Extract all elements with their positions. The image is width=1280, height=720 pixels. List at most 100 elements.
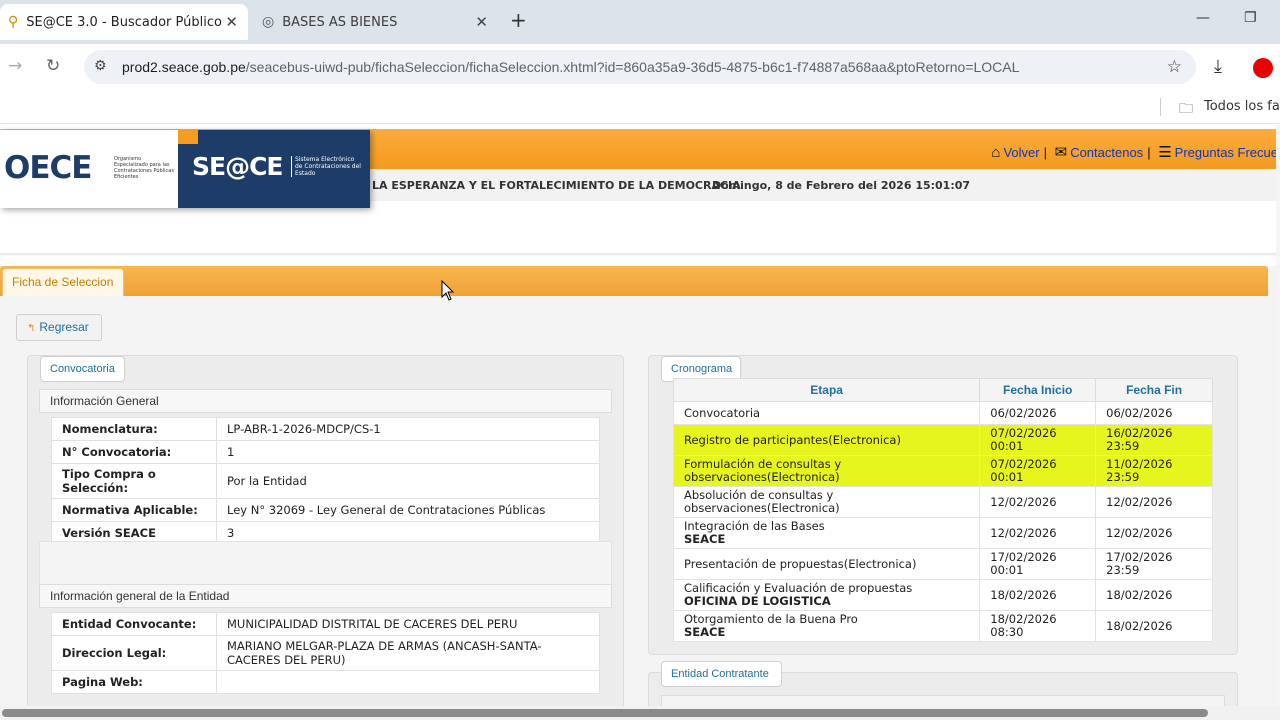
tab-ficha-seleccion[interactable]: Ficha de Seleccion — [2, 268, 124, 296]
cronograma-row: Otorgamiento de la Buena Pro SEACE 18/02/2… — [672, 610, 1213, 642]
bookmark-star-icon[interactable]: ☆ — [1167, 57, 1182, 77]
etapa-cell: Calificación y Evaluación de propuestas O… — [672, 579, 981, 611]
field-value: LP-ABR-1-2026-MDCP/CS-1 — [216, 417, 600, 441]
profile-avatar[interactable] — [1253, 58, 1273, 78]
field-value: Ley N° 32069 - Ley General de Contrataci… — [216, 498, 600, 522]
browser-toolbar: → ↻ ⚙ prod2.seace.gob.pe/seacebus-uiwd-p… — [0, 44, 1280, 90]
etapa-cell: Convocatoria — [672, 401, 981, 425]
ficha-tab-bar: Ficha de Seleccion — [0, 266, 1268, 296]
new-tab-button[interactable]: + — [510, 8, 527, 32]
download-icon[interactable]: ⤓ — [1214, 56, 1222, 77]
tab-title: BASES AS BIENES — [282, 14, 398, 30]
fecha-fin-cell: 17/02/2026 23:59 — [1095, 548, 1213, 580]
fecha-inicio-cell: 17/02/2026 00:01 — [979, 548, 1097, 580]
field-label: Entidad Convocante: — [51, 612, 217, 636]
table-row: Direccion Legal: MARIANO MELGAR-PLAZA DE … — [51, 635, 600, 671]
envelope-icon: ✉ — [1054, 144, 1068, 161]
fecha-text: Domingo, 8 de Febrero del 2026 15:01:07 — [712, 179, 971, 192]
fecha-fin-cell: 18/02/2026 — [1095, 610, 1213, 642]
contactenos-link[interactable]: Contactenos — [1070, 145, 1143, 160]
table-row: Entidad Convocante: MUNICIPALIDAD DISTRIT… — [51, 612, 600, 636]
cronograma-row: Calificación y Evaluación de propuestas O… — [672, 579, 1213, 611]
etapa-cell: Formulación de consultas y observaciones… — [672, 455, 981, 487]
globe-favicon-icon: ◎ — [262, 14, 275, 30]
cronograma-row: Integración de las Bases SEACE 12/02/2026 1… — [672, 517, 1213, 549]
etapa-name: Integración de las Bases — [684, 519, 825, 533]
field-value: MUNICIPALIDAD DISTRITAL DE CACERES DEL P… — [216, 612, 600, 636]
info-general-table: Nomenclatura: LP-ABR-1-2026-MDCP/CS-1 N° C… — [51, 417, 600, 545]
etapa-name: Calificación y Evaluación de propuestas — [684, 581, 913, 595]
bookmarks-bar: 🗀 Todos los fav — [0, 90, 1280, 124]
etapa-cell: Absolución de consultas y observaciones(… — [672, 486, 981, 518]
header-divider — [0, 253, 1280, 256]
field-value: Por la Entidad — [216, 463, 600, 499]
etapa-name: Presentación de propuestas(Electronica) — [684, 556, 917, 571]
fecha-inicio-cell: 06/02/2026 — [979, 401, 1097, 425]
table-row: Normativa Aplicable: Ley N° 32069 - Ley G… — [51, 498, 600, 522]
etapa-name: Registro de participantes(Electronica) — [684, 432, 901, 447]
home-icon: ⌂ — [991, 144, 1001, 161]
entidad-table: Entidad Convocante: MUNICIPALIDAD DISTRIT… — [51, 612, 600, 694]
etapa-name: Otorgamiento de la Buena Pro — [684, 612, 858, 626]
url-text: prod2.seace.gob.pe/seacebus-uiwd-pub/fic… — [122, 59, 1020, 75]
horizontal-scroll-thumb[interactable] — [2, 709, 1208, 717]
header-links: ⌂ Volver | ✉ Contactenos | ☰ Preguntas Frecue — [991, 144, 1278, 161]
forward-icon[interactable]: → — [8, 56, 22, 76]
close-tab-icon[interactable]: ✕ — [475, 13, 488, 31]
fecha-fin-cell: 12/02/2026 — [1095, 517, 1213, 549]
table-row: N° Convocatoria: 1 — [51, 440, 600, 464]
back-arrow-icon: ↰ — [27, 323, 36, 334]
fecha-fin-cell: 11/02/2026 23:59 — [1095, 455, 1213, 487]
minimize-icon[interactable]: — — [1196, 10, 1210, 26]
field-value: 1 — [216, 440, 600, 464]
fecha-fin-cell: 16/02/2026 23:59 — [1095, 424, 1213, 456]
reload-icon[interactable]: ↻ — [46, 56, 60, 76]
browser-tab-active[interactable]: ⚲ SE@CE 3.0 - Buscador Público ✕ — [0, 4, 248, 40]
browser-tab-inactive[interactable]: ◎ BASES AS BIENES ✕ — [252, 4, 498, 40]
preguntas-link[interactable]: Preguntas Frecue — [1175, 145, 1278, 160]
fecha-inicio-cell: 18/02/2026 — [979, 579, 1097, 611]
regresar-button[interactable]: ↰ Regresar — [16, 314, 102, 341]
etapa-cell: Otorgamiento de la Buena Pro SEACE — [672, 610, 981, 642]
etapa-name: Absolución de consultas y observaciones(… — [684, 488, 840, 515]
page-content: ⌂ Volver | ✉ Contactenos | ☰ Preguntas Frecue… — [0, 125, 1280, 720]
cronograma-row: Convocatoria 06/02/2026 06/02/2026 — [672, 401, 1213, 425]
fecha-fin-cell: 06/02/2026 — [1095, 401, 1213, 425]
etapa-cell: Presentación de propuestas(Electronica) — [672, 548, 981, 580]
close-tab-icon[interactable]: ✕ — [225, 13, 238, 31]
field-label: Pagina Web: — [51, 670, 217, 694]
etapa-cell: Registro de participantes(Electronica) — [672, 424, 981, 456]
etapa-responsable: OFICINA DE LOGISTICA — [684, 594, 831, 608]
browser-tabstrip: ⚲ SE@CE 3.0 - Buscador Público ✕ ◎ BASES… — [0, 0, 1280, 44]
field-label: Nomenclatura: — [51, 417, 217, 441]
fecha-inicio-cell: 18/02/2026 08:30 — [979, 610, 1097, 642]
field-label: Normativa Aplicable: — [51, 498, 217, 522]
fecha-fin-cell: 18/02/2026 — [1095, 579, 1213, 611]
fecha-inicio-cell: 07/02/2026 00:01 — [979, 424, 1097, 456]
logo-box: OECE Organismo Especializado para las Co… — [0, 130, 370, 208]
vertical-scrollbar[interactable] — [1276, 125, 1280, 705]
entidad-contratante-legend: Entidad Contratante — [661, 661, 782, 687]
field-label: N° Convocatoria: — [51, 440, 217, 464]
cronograma-table: Etapa Fecha Inicio Fecha Fin Convocatori… — [672, 378, 1213, 642]
fecha-inicio-cell: 12/02/2026 — [979, 486, 1097, 518]
etapa-cell: Integración de las Bases SEACE — [672, 517, 981, 549]
seace-subtitle: Sistema Electrónico de Contrataciones de… — [291, 156, 361, 177]
volver-link[interactable]: Volver — [1003, 145, 1039, 160]
entidad-title: Información general de la Entidad — [39, 584, 612, 608]
oece-logo: OECE Organismo Especializado para las Co… — [0, 130, 178, 208]
site-info-icon[interactable]: ⚙ — [94, 58, 107, 74]
table-row: Pagina Web: — [51, 670, 600, 694]
table-row: Nomenclatura: LP-ABR-1-2026-MDCP/CS-1 — [51, 417, 600, 441]
field-label: Direccion Legal: — [51, 635, 217, 671]
rss-icon: ☰ — [1158, 144, 1172, 161]
cronograma-row: Registro de participantes(Electronica) 07… — [672, 424, 1213, 456]
spacer-block — [39, 541, 612, 588]
horizontal-scrollbar[interactable] — [0, 706, 1280, 720]
address-bar[interactable]: ⚙ prod2.seace.gob.pe/seacebus-uiwd-pub/f… — [84, 50, 1196, 84]
all-bookmarks-link[interactable]: Todos los fav — [1204, 99, 1280, 114]
oece-subtitle: Organismo Especializado para las Contrat… — [114, 156, 174, 180]
cronograma-row: Presentación de propuestas(Electronica) 1… — [672, 548, 1213, 580]
restore-icon[interactable]: ❐ — [1244, 10, 1257, 26]
field-label: Tipo Compra o Selección: — [51, 463, 217, 499]
